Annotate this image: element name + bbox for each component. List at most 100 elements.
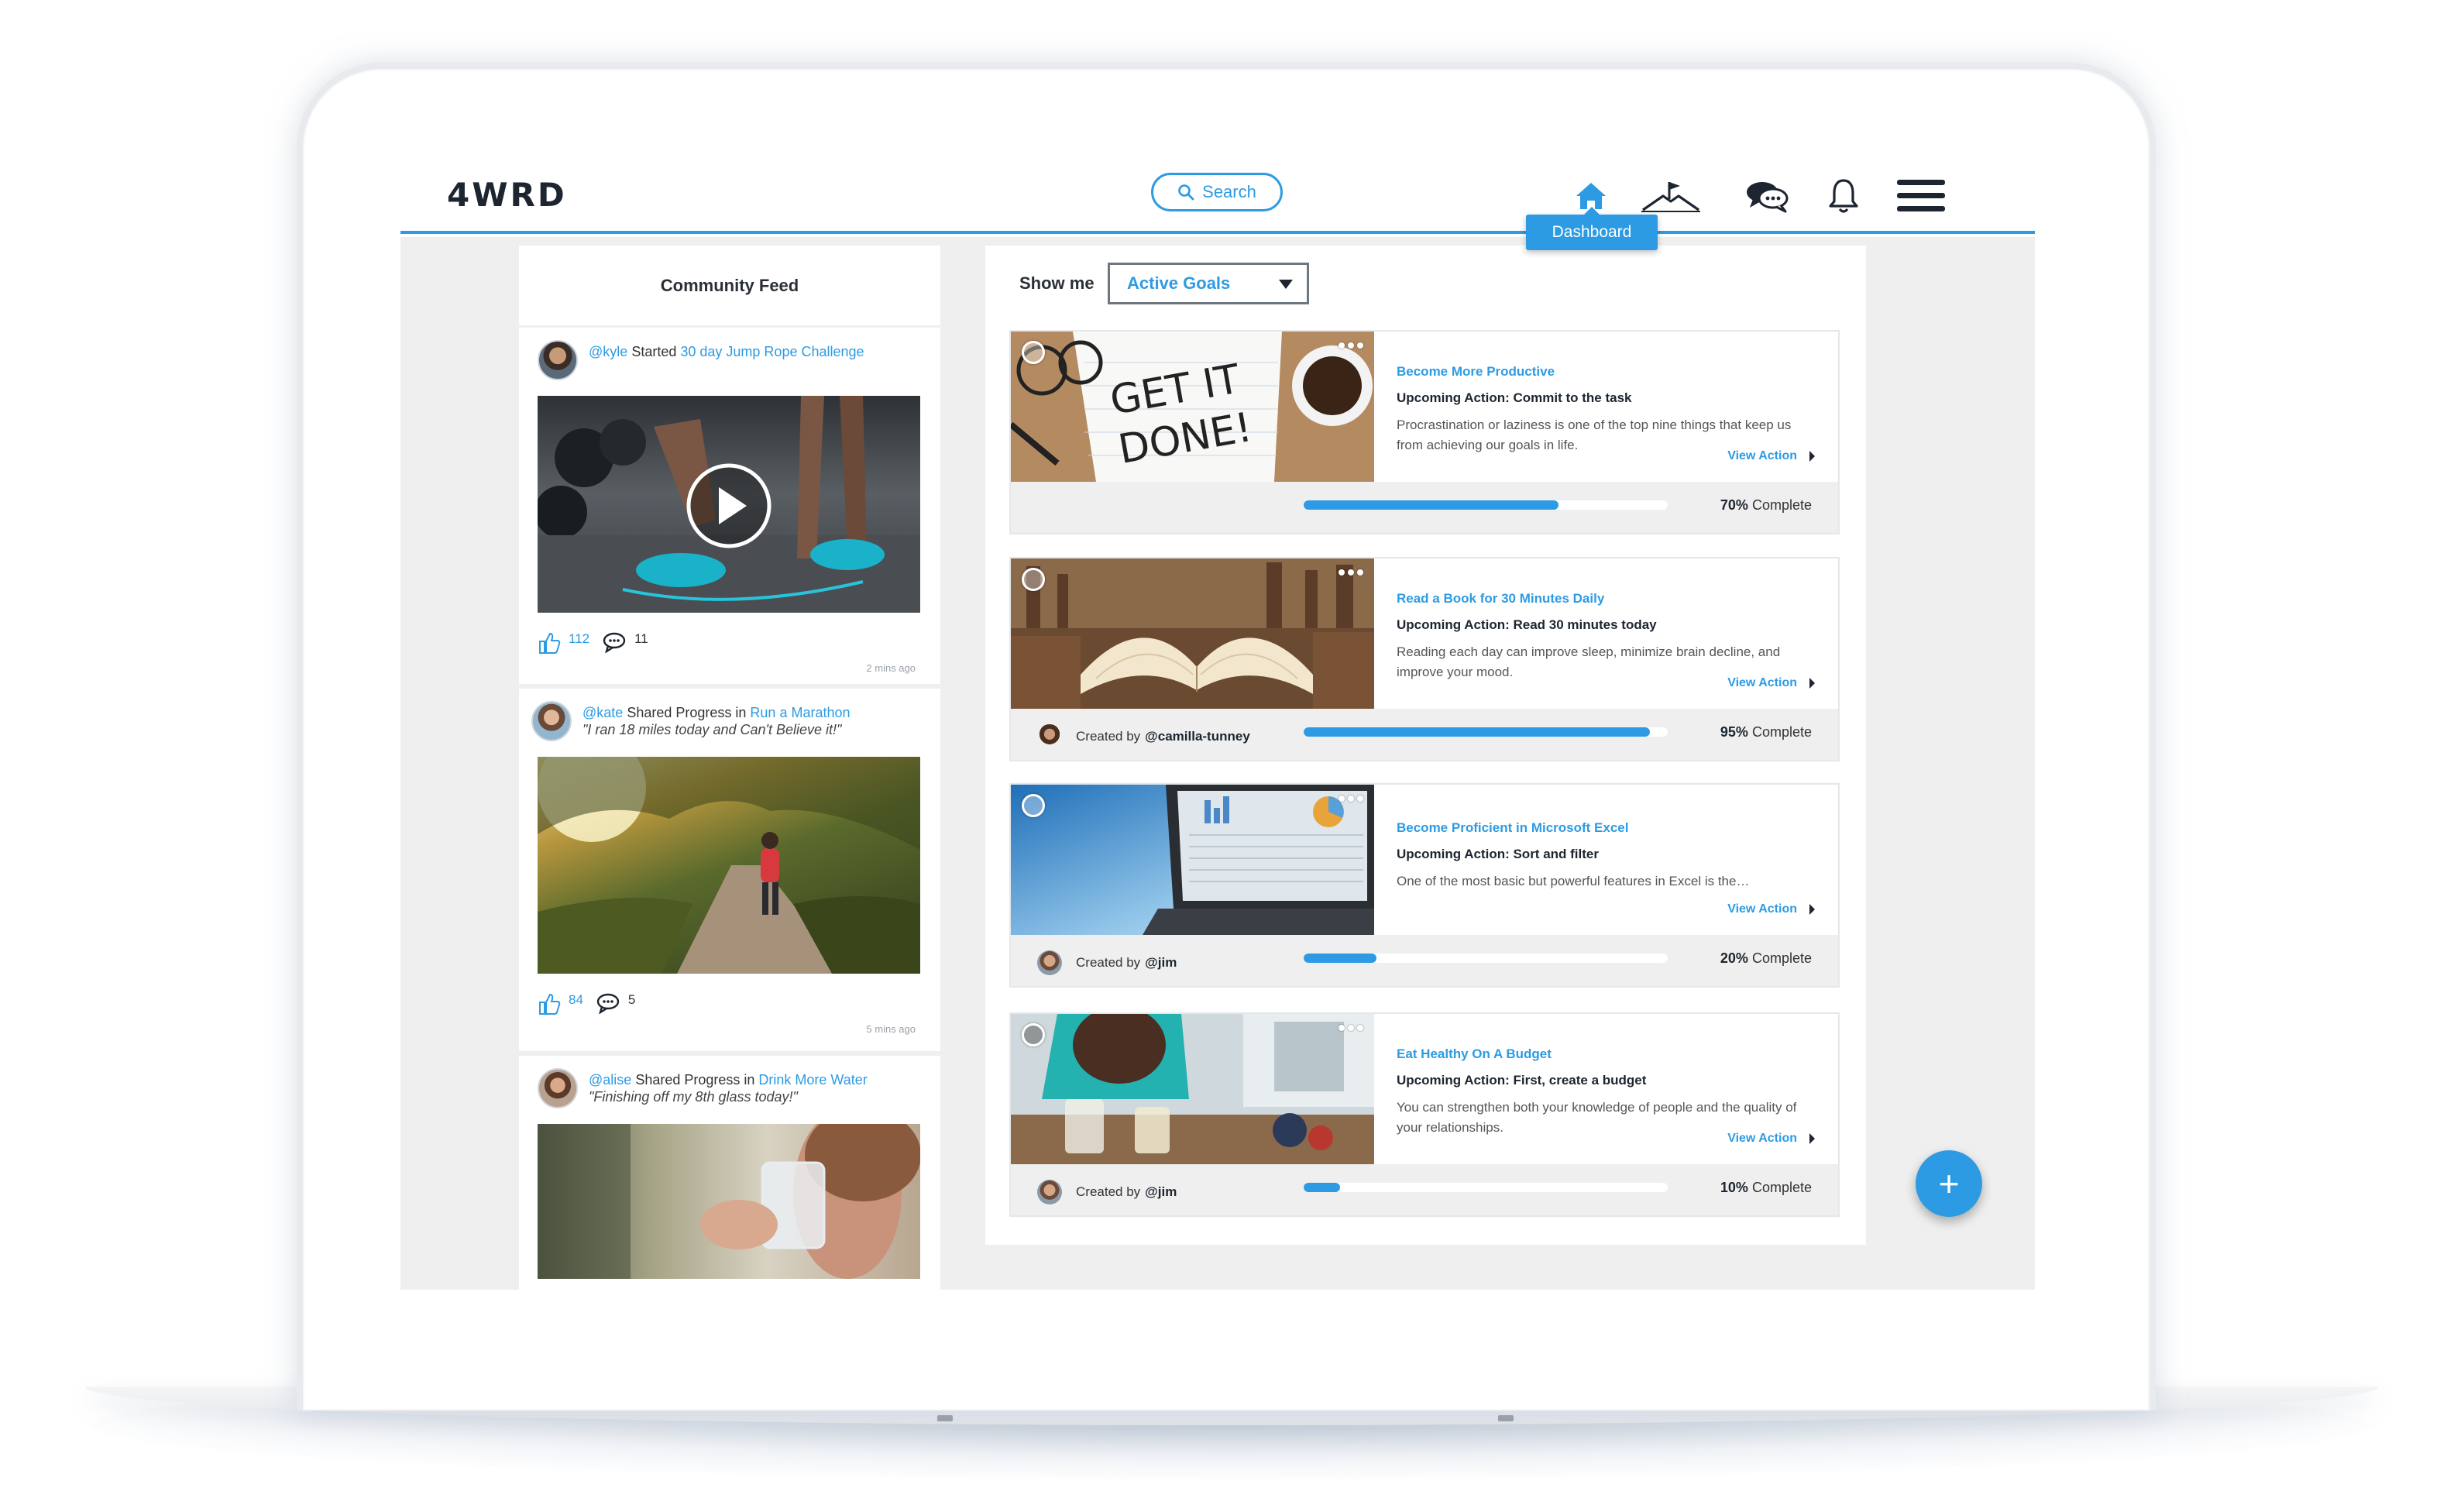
view-action-link[interactable]: View Action	[1727, 902, 1815, 916]
view-action-label: View Action	[1727, 449, 1797, 462]
more-options-icon[interactable]	[1339, 796, 1363, 802]
public-globe-icon	[1022, 794, 1045, 817]
post-verb: Started	[631, 344, 677, 359]
post-username[interactable]: @alise	[589, 1072, 631, 1088]
avatar[interactable]	[1037, 724, 1062, 749]
avatar[interactable]	[1037, 950, 1062, 975]
public-globe-icon	[1022, 341, 1045, 364]
avatar[interactable]	[531, 701, 572, 741]
goals-filter-dropdown[interactable]: Active Goals	[1108, 263, 1309, 304]
post-username[interactable]: @kyle	[589, 344, 627, 359]
post-target-link[interactable]: 30 day Jump Rope Challenge	[680, 344, 864, 359]
progress-bar	[1304, 1183, 1668, 1192]
chevron-down-icon	[1279, 280, 1293, 289]
goal-upcoming-action: Upcoming Action: First, create a budget	[1397, 1073, 1647, 1088]
goal-card[interactable]: Eat Healthy On A Budget Upcoming Action:…	[1009, 1012, 1840, 1217]
progress-fill	[1304, 500, 1558, 510]
view-action-label: View Action	[1727, 902, 1797, 916]
goal-creator: Created by @camilla-tunney	[1037, 724, 1250, 749]
thumbs-up-icon[interactable]	[538, 992, 561, 1015]
goal-title[interactable]: Become More Productive	[1397, 364, 1820, 380]
post-timestamp: 5 mins ago	[866, 1023, 916, 1035]
view-action-link[interactable]: View Action	[1727, 449, 1815, 463]
post-verb: Shared Progress in	[635, 1072, 755, 1088]
post-image[interactable]	[538, 757, 920, 974]
comment-icon[interactable]	[602, 631, 627, 653]
avatar[interactable]	[1037, 1180, 1062, 1204]
goal-creator: Created by @jim	[1037, 1180, 1177, 1204]
feed-post: @alise Shared Progress in Drink More Wat…	[519, 1056, 940, 1290]
post-quote: "I ran 18 miles today and Can't Believe …	[582, 722, 842, 737]
creator-username[interactable]: @jim	[1145, 955, 1177, 971]
community-feed-panel: Community Feed @kyle Started 30 day Jump…	[519, 246, 940, 1290]
goal-upcoming-action: Upcoming Action: Sort and filter	[1397, 847, 1599, 861]
goal-body: Read a Book for 30 Minutes Daily Upcomin…	[1397, 591, 1820, 682]
water-glass-photo	[538, 1124, 920, 1279]
progress-bar	[1304, 500, 1668, 510]
post-quote: "Finishing off my 8th glass today!"	[589, 1089, 798, 1105]
creator-username[interactable]: @camilla-tunney	[1145, 729, 1250, 744]
goal-card[interactable]: Read a Book for 30 Minutes Daily Upcomin…	[1009, 557, 1840, 761]
hamburger-menu-icon	[1897, 180, 1945, 211]
goal-title[interactable]: Read a Book for 30 Minutes Daily	[1397, 591, 1820, 607]
post-target-link[interactable]: Run a Marathon	[750, 705, 850, 720]
goal-title[interactable]: Become Proficient in Microsoft Excel	[1397, 820, 1820, 836]
public-globe-icon	[1022, 1023, 1045, 1046]
app-screen: 4WRD Search Dashboard Community Feed @ky…	[400, 159, 2035, 1290]
progress-fill	[1304, 727, 1650, 737]
post-header: @kate Shared Progress in Run a Marathon …	[531, 689, 922, 757]
device-notch-left	[937, 1415, 953, 1421]
avatar[interactable]	[538, 340, 578, 380]
goal-upcoming-action: Upcoming Action: Read 30 minutes today	[1397, 617, 1657, 632]
search-button[interactable]: Search	[1151, 173, 1283, 211]
open-book-photo	[1011, 558, 1374, 709]
creator-username[interactable]: @jim	[1145, 1184, 1177, 1200]
goal-card[interactable]: GET IT DONE! Become More Productive Upco…	[1009, 330, 1840, 534]
caret-right-icon	[1809, 451, 1815, 462]
messages-nav-button[interactable]	[1741, 174, 1795, 218]
goal-footer: Created by @jim 10% Complete	[1011, 1164, 1838, 1215]
post-video-thumbnail[interactable]	[538, 396, 920, 613]
post-text: @kyle Started 30 day Jump Rope Challenge	[589, 340, 864, 360]
dropdown-value: Active Goals	[1127, 273, 1231, 293]
goal-title[interactable]: Eat Healthy On A Budget	[1397, 1046, 1820, 1062]
progress-percent: 10%	[1720, 1180, 1748, 1195]
view-action-link[interactable]: View Action	[1727, 1132, 1815, 1146]
progress-complete-label: Complete	[1751, 724, 1812, 740]
post-footer: 84 5 5 mins ago	[538, 974, 922, 1043]
search-icon	[1178, 184, 1194, 201]
goal-body: Eat Healthy On A Budget Upcoming Action:…	[1397, 1046, 1820, 1138]
goal-card[interactable]: Become Proficient in Microsoft Excel Upc…	[1009, 783, 1840, 988]
feed-post: @kyle Started 30 day Jump Rope Challenge	[519, 328, 940, 689]
post-target-link[interactable]: Drink More Water	[758, 1072, 867, 1088]
more-options-icon[interactable]	[1339, 342, 1363, 349]
goals-nav-button[interactable]	[1640, 174, 1702, 218]
caret-right-icon	[1809, 1133, 1815, 1144]
avatar[interactable]	[538, 1068, 578, 1108]
main-menu-button[interactable]	[1895, 174, 1947, 218]
thumbs-up-icon[interactable]	[538, 631, 561, 655]
goals-panel: Show me Active Goals GET IT DONE! Become…	[985, 246, 1866, 1245]
progress-complete-label: Complete	[1751, 497, 1812, 513]
post-image[interactable]	[538, 1124, 920, 1279]
caret-right-icon	[1809, 904, 1815, 915]
top-nav-bar: 4WRD Search	[400, 159, 2035, 234]
app-logo[interactable]: 4WRD	[447, 176, 567, 214]
notifications-nav-button[interactable]	[1822, 174, 1865, 218]
comment-icon[interactable]	[596, 992, 620, 1014]
progress-bar	[1304, 954, 1668, 963]
add-goal-button[interactable]: +	[1916, 1150, 1982, 1217]
post-text: @alise Shared Progress in Drink More Wat…	[589, 1068, 868, 1105]
post-verb: Shared Progress in	[627, 705, 747, 720]
progress-text: 20% Complete	[1720, 950, 1812, 967]
more-options-icon[interactable]	[1339, 1025, 1363, 1031]
laptop-spreadsheet-photo	[1011, 785, 1374, 935]
progress-text: 10% Complete	[1720, 1180, 1812, 1196]
post-timestamp: 2 mins ago	[866, 662, 916, 674]
goal-footer: 70% Complete	[1011, 482, 1838, 533]
post-username[interactable]: @kate	[582, 705, 623, 720]
summit-flag-icon	[1641, 182, 1700, 212]
more-options-icon[interactable]	[1339, 569, 1363, 576]
jump-rope-photo	[538, 396, 920, 613]
view-action-link[interactable]: View Action	[1727, 676, 1815, 690]
